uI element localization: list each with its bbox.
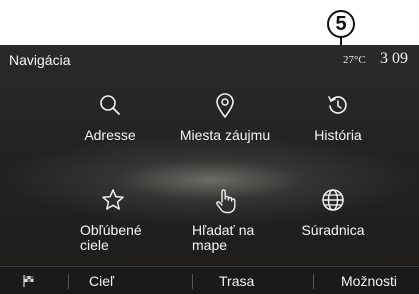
outside-temperature: 27°C	[343, 54, 366, 66]
menu-item-adresse[interactable]: Adresse	[55, 93, 165, 143]
menu-item-hladat-na-mape[interactable]: Hľadať na mape	[170, 188, 280, 253]
status-bar: Navigácia 27°C 3 09	[0, 45, 419, 75]
menu-item-label: Hľadať na mape	[192, 222, 255, 253]
globe-icon	[278, 188, 388, 214]
map-pin-icon	[170, 93, 280, 119]
search-icon	[55, 93, 165, 119]
menu-item-historia[interactable]: História	[283, 93, 393, 143]
menu-item-oblubene-ciele[interactable]: Obľúbené ciele	[58, 188, 168, 253]
menu-item-label: Miesta záujmu	[179, 127, 271, 143]
separator	[313, 274, 314, 289]
navigation-screen: Navigácia 27°C 3 09 Adresse Miesta záujm…	[0, 45, 419, 294]
menu-item-label: Obľúbené ciele	[80, 222, 142, 253]
menu-item-label: Súradnica	[301, 222, 365, 238]
menu-item-miesta-zaujmu[interactable]: Miesta záujmu	[170, 93, 280, 143]
callout-number: 5	[327, 10, 355, 38]
menu-item-suradnica[interactable]: Súradnica	[278, 188, 388, 238]
tab-ciel[interactable]: Cieľ	[89, 267, 114, 294]
tab-trasa[interactable]: Trasa	[219, 267, 254, 294]
history-icon	[283, 93, 393, 119]
flag-button[interactable]	[22, 267, 40, 294]
hand-pointer-icon	[170, 188, 280, 214]
menu-item-label: Adresse	[84, 127, 136, 143]
flag-icon	[23, 275, 34, 287]
separator	[68, 274, 69, 289]
clock: 3 09	[380, 50, 408, 67]
menu-item-label: História	[314, 127, 362, 143]
star-icon	[58, 188, 168, 214]
tab-moznosti[interactable]: Možnosti	[341, 267, 397, 294]
bottom-bar: Cieľ Trasa Možnosti	[0, 266, 419, 294]
screen-title: Navigácia	[9, 52, 71, 68]
separator	[192, 274, 193, 289]
